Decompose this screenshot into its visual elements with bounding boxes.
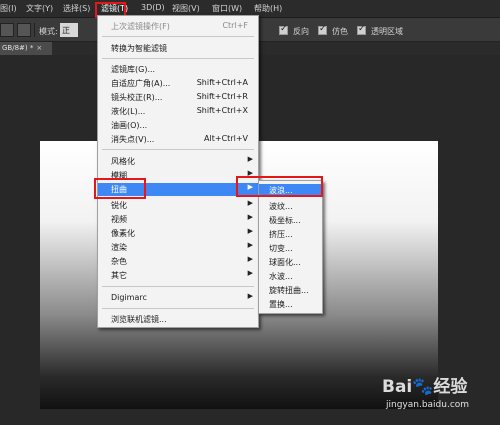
menu-item-sharpen[interactable]: 锐化 ▶: [98, 199, 258, 211]
menu-separator: [102, 36, 254, 37]
document-tab-title: GB/8#) *: [2, 44, 34, 52]
menu-item-last-filter: 上次滤镜操作(F) Ctrl+F: [111, 21, 248, 31]
menu-separator: [102, 149, 254, 150]
menu-separator: [102, 308, 254, 309]
baidu-logo: Bai🐾经验: [382, 377, 468, 397]
menu-item-filter-gallery[interactable]: 滤镜库(G)...: [98, 63, 258, 75]
menu-item-smart-filter[interactable]: 转换为智能滤镜: [98, 42, 258, 54]
menu-item-lens-correction[interactable]: 镜头校正(R)... Shift+Ctrl+R: [98, 91, 258, 103]
menu-item-pixelate[interactable]: 像素化 ▶: [98, 227, 258, 239]
menu-view[interactable]: 视图(V): [172, 3, 200, 14]
gradient-style-icon[interactable]: [17, 23, 31, 37]
menu-help[interactable]: 帮助(H): [254, 3, 282, 14]
menu-item-noise[interactable]: 杂色 ▶: [98, 255, 258, 267]
dither-checkbox[interactable]: [318, 24, 327, 35]
chevron-right-icon: ▶: [247, 227, 253, 235]
menu-type[interactable]: 文字(Y): [26, 3, 53, 14]
chevron-right-icon: ▶: [247, 213, 253, 221]
filter-menu: 上次滤镜操作(F) Ctrl+F 转换为智能滤镜 滤镜库(G)... 自适应广角(…: [97, 15, 259, 328]
close-icon[interactable]: ×: [36, 44, 42, 52]
menu-separator: [102, 58, 254, 59]
menu-item-zigzag[interactable]: 水波...: [259, 270, 322, 282]
options-divider: [34, 23, 35, 37]
wave-annotation: [236, 176, 323, 197]
transparency-checkbox[interactable]: [357, 24, 366, 35]
menu-item-ripple[interactable]: 波纹...: [259, 200, 322, 212]
chevron-right-icon: ▶: [247, 199, 253, 207]
baidu-jingyan-watermark: Bai🐾经验 jingyan.baidu.com: [382, 372, 494, 422]
chevron-right-icon: ▶: [247, 155, 253, 163]
tool-preset-icon[interactable]: [0, 23, 14, 37]
menu-item-spherize[interactable]: 球面化...: [259, 256, 322, 268]
menu-select[interactable]: 选择(S): [63, 3, 90, 14]
menu-item-polar-coordinates[interactable]: 极坐标...: [259, 214, 322, 226]
chevron-right-icon: ▶: [247, 292, 253, 300]
menu-item-twirl[interactable]: 旋转扭曲...: [259, 284, 322, 296]
menu-item-other[interactable]: 其它 ▶: [98, 269, 258, 281]
transparency-label: 透明区域: [371, 27, 403, 36]
menu-item-displace[interactable]: 置换...: [259, 298, 322, 310]
menu-item-vanishing-point[interactable]: 消失点(V)... Alt+Ctrl+V: [98, 133, 258, 145]
menu-item-pinch[interactable]: 挤压...: [259, 228, 322, 240]
reverse-label: 反向: [293, 27, 309, 36]
menu-item-browse-filters[interactable]: 浏览联机滤镜...: [98, 313, 258, 325]
menu-item-stylize[interactable]: 风格化 ▶: [98, 155, 258, 167]
menu-item-adaptive-wide-angle[interactable]: 自适应广角(A)... Shift+Ctrl+A: [98, 77, 258, 89]
distort-submenu: 波浪... 波纹... 极坐标... 挤压... 切变... 球面化... 水波…: [258, 180, 323, 314]
menu-item-shear[interactable]: 切变...: [259, 242, 322, 254]
distort-annotation: [94, 178, 146, 199]
menu-item-digimarc[interactable]: Digimarc ▶: [98, 292, 258, 304]
menu-item-render[interactable]: 渲染 ▶: [98, 241, 258, 253]
chevron-right-icon: ▶: [247, 269, 253, 277]
menu-item-liquify[interactable]: 液化(L)... Shift+Ctrl+X: [98, 105, 258, 117]
chevron-right-icon: ▶: [247, 255, 253, 263]
menu-separator: [102, 286, 254, 287]
reverse-checkbox[interactable]: [279, 24, 288, 35]
document-tab[interactable]: GB/8#) * ×: [0, 42, 52, 55]
menu-3d[interactable]: 3D(D): [141, 3, 165, 12]
dither-label: 仿色: [332, 27, 348, 36]
mode-label: 模式:: [39, 27, 58, 36]
mode-select[interactable]: 正: [60, 23, 78, 37]
menu-image[interactable]: 图(I): [0, 3, 17, 14]
watermark-url: jingyan.baidu.com: [386, 400, 470, 410]
chevron-right-icon: ▶: [247, 241, 253, 249]
menu-item-oil-paint[interactable]: 油画(O)...: [98, 119, 258, 131]
menu-window[interactable]: 窗口(W): [212, 3, 242, 14]
menu-item-video[interactable]: 视频 ▶: [98, 213, 258, 225]
